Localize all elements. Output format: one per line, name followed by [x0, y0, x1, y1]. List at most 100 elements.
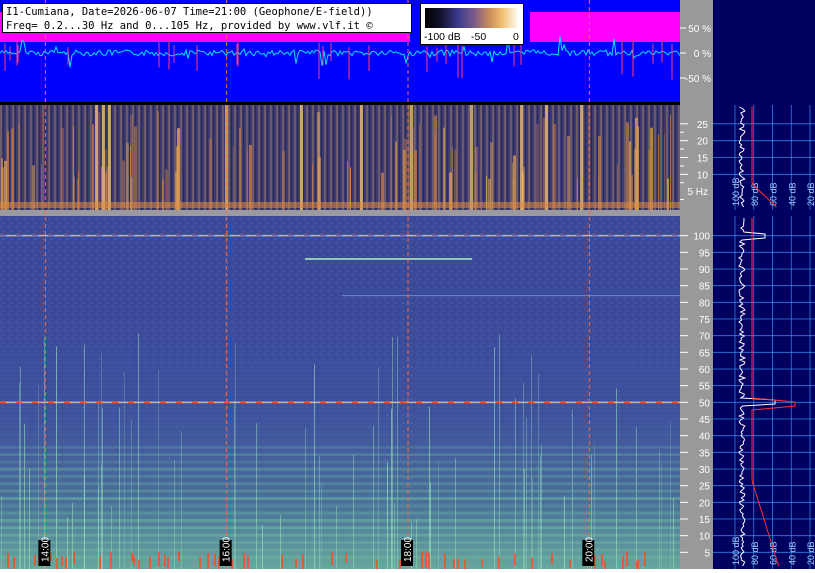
- high-frequency-tick-label: 85: [699, 282, 711, 293]
- broadband-streak: [499, 334, 500, 569]
- broadband-streak: [67, 517, 68, 569]
- broadband-streak: [378, 367, 379, 569]
- broadband-streak: [102, 408, 103, 569]
- high-frequency-tick-label: 20: [699, 498, 711, 509]
- high-spectrogram-panel: [0, 216, 680, 573]
- profile-axis-label: 80 dB: [750, 541, 760, 565]
- panel-divider: [0, 102, 680, 105]
- low-frequency-unit-label: 5 Hz: [687, 187, 708, 198]
- low-frequency-noise: [636, 560, 638, 573]
- low-streak: [134, 126, 137, 210]
- high-frequency-tick-label: 65: [699, 348, 711, 359]
- low-streak: [454, 149, 457, 210]
- amplitude-tick-label: -50 %: [685, 74, 711, 85]
- high-frequency-tick-label: 10: [699, 532, 711, 543]
- time-label: 16:00: [222, 537, 233, 562]
- low-frequency-noise: [164, 554, 166, 567]
- low-frequency-noise: [622, 555, 624, 572]
- broadband-streak: [24, 423, 25, 569]
- high-frequency-tick-label: 35: [699, 448, 711, 459]
- low-frequency-noise: [214, 553, 216, 566]
- broadband-streak: [572, 409, 573, 569]
- broadband-streak: [138, 333, 139, 569]
- low-streak: [391, 115, 392, 210]
- low-frequency-noise: [199, 557, 201, 569]
- low-streak: [247, 150, 248, 210]
- low-frequency-noise: [601, 553, 603, 567]
- low-streak: [553, 123, 556, 210]
- low-streak: [452, 146, 453, 210]
- low-band-bottom: [0, 202, 680, 208]
- broadband-streak: [397, 336, 398, 569]
- low-streak: [404, 138, 407, 210]
- broadband-streak: [523, 383, 524, 569]
- profile-axis-label: 100 dB: [731, 177, 741, 206]
- low-burst: [102, 105, 105, 210]
- low-streak: [209, 138, 212, 210]
- broadband-streak: [262, 525, 263, 569]
- profile-background: [713, 0, 815, 569]
- low-streak: [317, 112, 320, 210]
- broadband-streak: [430, 482, 431, 569]
- broadband-streak: [181, 431, 182, 569]
- broadband-streak: [314, 364, 315, 569]
- low-streak: [61, 128, 64, 210]
- low-frequency-noise: [302, 554, 304, 572]
- broadband-streak: [20, 366, 21, 569]
- low-frequency-tick-label: 15: [697, 154, 709, 165]
- low-streak: [233, 145, 234, 210]
- broadband-streak: [659, 449, 660, 569]
- low-streak: [443, 127, 445, 210]
- broadband-streak: [280, 515, 281, 569]
- low-frequency-noise: [425, 551, 427, 568]
- broadband-streak: [541, 445, 542, 569]
- low-frequency-noise: [444, 553, 446, 572]
- broadband-streak: [235, 343, 236, 569]
- low-streak: [157, 110, 159, 210]
- broadband-streak: [158, 370, 159, 569]
- low-streak: [177, 128, 180, 210]
- time-label: 18:00: [403, 537, 414, 562]
- amplitude-tick-label: 50 %: [688, 24, 711, 35]
- low-frequency-noise: [56, 558, 58, 573]
- broadband-streak: [661, 463, 662, 569]
- low-frequency-noise: [421, 557, 423, 569]
- low-streak: [419, 123, 420, 210]
- time-label: 14:00: [40, 537, 51, 562]
- broadband-streak: [84, 344, 85, 569]
- low-streak: [73, 126, 74, 210]
- low-streak: [651, 131, 653, 210]
- low-streak: [395, 145, 396, 210]
- broadband-streak: [392, 337, 393, 569]
- broadband-streak: [616, 388, 617, 569]
- low-frequency-noise: [247, 555, 249, 571]
- colorbar: -100 dB -50 0: [420, 3, 524, 45]
- low-frequency-noise: [65, 559, 67, 573]
- low-streak: [11, 128, 14, 210]
- broadband-streak: [72, 502, 73, 569]
- low-frequency-noise: [243, 553, 245, 570]
- high-frequency-tick-label: 25: [699, 482, 711, 493]
- low-streak: [239, 127, 241, 210]
- station-info-box: I1-Cumiana, Date=2026-06-07 Time=21:00 (…: [2, 3, 412, 33]
- low-streak: [664, 134, 665, 210]
- broadband-streak: [429, 406, 430, 569]
- broadband-streak: [305, 428, 306, 569]
- low-frequency-noise: [7, 552, 9, 569]
- low-frequency-noise: [295, 558, 297, 568]
- high-frequency-tick-label: 50: [699, 398, 711, 409]
- low-frequency-noise: [604, 560, 606, 572]
- low-frequency-noise: [131, 552, 133, 562]
- high-frequency-tick-label: 60: [699, 365, 711, 376]
- low-frequency-noise: [207, 553, 209, 571]
- low-frequency-noise: [626, 551, 628, 567]
- low-frequency-noise: [569, 560, 571, 569]
- high-frequency-tick-label: 90: [699, 265, 711, 276]
- high-frequency-tick-label: 5: [704, 548, 710, 559]
- low-streak: [126, 143, 129, 210]
- broadband-streak: [234, 400, 235, 569]
- broadband-streak: [98, 401, 99, 569]
- broadband-streak: [494, 347, 495, 569]
- low-frequency-tick-label: 10: [697, 170, 709, 181]
- broadband-streak: [526, 417, 527, 569]
